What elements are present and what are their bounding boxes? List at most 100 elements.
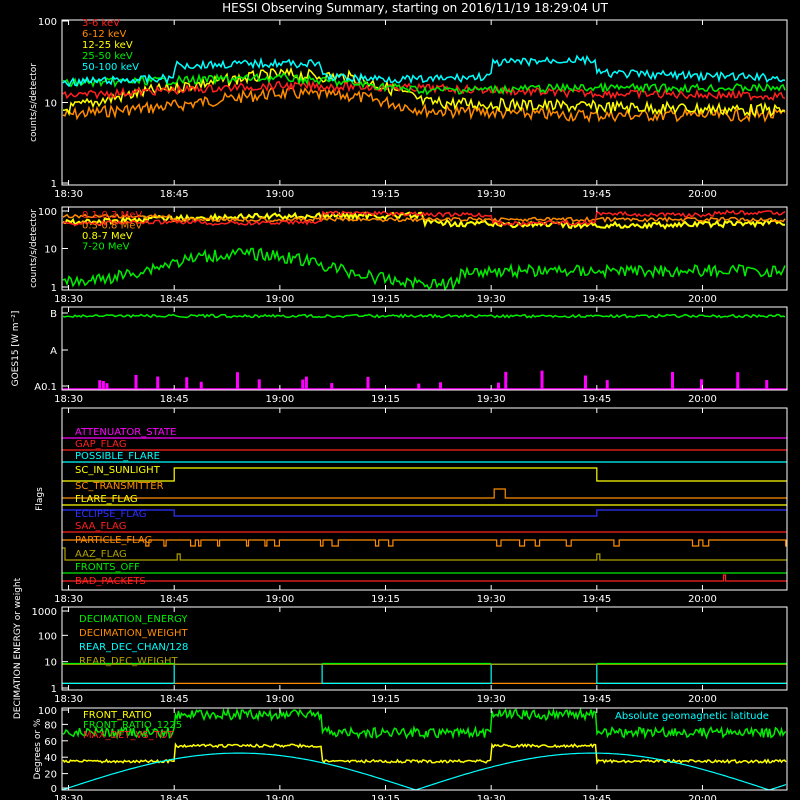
y-tick-label: 10 xyxy=(44,658,57,669)
x-tick-label: 18:30 xyxy=(54,189,83,200)
legend-entry: DECIMATION_ENERGY xyxy=(79,614,188,625)
legend-entry: 12-25 keV xyxy=(82,40,133,51)
x-tick-label: 19:30 xyxy=(477,394,506,405)
legend-entry: REAR_DEC_WEIGHT xyxy=(79,656,178,667)
x-tick-label: 19:30 xyxy=(477,594,506,605)
y-tick-label: 1000 xyxy=(32,607,57,618)
x-tick-label: 18:45 xyxy=(160,694,189,705)
legend-entry: 50-100 keV xyxy=(82,62,139,73)
flag-label: ECLIPSE_FLAG xyxy=(75,509,146,520)
x-tick-label: 19:15 xyxy=(371,394,400,405)
goes-short-spike xyxy=(736,372,740,390)
y-tick-label: 1 xyxy=(51,283,57,294)
flag-label: SC_TRANSMITTER xyxy=(75,481,164,492)
x-tick-label: 19:30 xyxy=(477,189,506,200)
y-tick-label: 1 xyxy=(51,179,57,190)
x-tick-label: 19:00 xyxy=(265,694,294,705)
y-tick-label: 60 xyxy=(44,737,57,748)
flag-label: AAZ_FLAG xyxy=(75,549,127,560)
y-tick-label: 100 xyxy=(38,17,57,28)
x-tick-label: 19:45 xyxy=(582,189,611,200)
y-axis-label: DECIMATION ENERGY or weight xyxy=(13,577,23,719)
legend-entry: DECIMATION_WEIGHT xyxy=(79,628,188,639)
flag-label: FRONTS_OFF xyxy=(75,562,140,573)
y-tick-label: 100 xyxy=(38,706,57,717)
goes-short-spike xyxy=(366,376,370,390)
x-tick-label: 19:30 xyxy=(477,694,506,705)
legend-entry: 6-12 keV xyxy=(82,29,126,40)
legend-entry: 7-20 MeV xyxy=(82,242,130,253)
legend-entry: 0.3-0.8 MeV xyxy=(82,221,142,232)
flag-label: FLARE_FLAG xyxy=(75,494,138,505)
legend-entry: MAX_DET_VS_TOT xyxy=(83,730,175,741)
x-tick-label: 19:00 xyxy=(265,294,294,305)
x-tick-label: 18:45 xyxy=(160,394,189,405)
flag-label: POSSIBLE_FLARE xyxy=(75,451,160,462)
goes-short-spike xyxy=(156,376,160,390)
x-tick-label: 19:15 xyxy=(371,794,400,800)
goes-short-spike xyxy=(584,375,587,390)
legend-entry: 0.8-7 MeV xyxy=(82,231,133,242)
y-tick-label: 10 xyxy=(44,99,57,110)
y-tick-label: 1 xyxy=(51,684,57,695)
x-tick-label: 19:15 xyxy=(371,594,400,605)
legend-entry: REAR_DEC_CHAN/128 xyxy=(79,642,188,653)
flag-label: ATTENUATOR_STATE xyxy=(75,427,176,438)
x-tick-label: 19:15 xyxy=(371,294,400,305)
x-tick-label: 19:15 xyxy=(371,694,400,705)
flag-label: SAA_FLAG xyxy=(75,521,126,532)
flag-label: BAD_PACKETS xyxy=(75,576,146,587)
x-tick-label: 18:45 xyxy=(160,189,189,200)
goes-short-spike xyxy=(671,371,674,390)
x-tick-label: 19:45 xyxy=(582,594,611,605)
legend-entry: 25-50 keV xyxy=(82,51,133,62)
y-tick-label: A xyxy=(50,346,57,357)
goes-short-spike xyxy=(304,376,308,390)
x-tick-label: 19:00 xyxy=(265,394,294,405)
y-tick-label: B xyxy=(50,309,57,320)
x-tick-label: 20:00 xyxy=(688,594,717,605)
x-tick-label: 18:30 xyxy=(54,694,83,705)
x-tick-label: 18:30 xyxy=(54,294,83,305)
y-axis-label: Flags xyxy=(35,487,45,511)
flag-label: SC_IN_SUNLIGHT xyxy=(75,465,161,476)
y-axis-label: counts/s/detector xyxy=(29,209,39,288)
flag-label: PARTICLE_FLAG xyxy=(75,535,152,546)
goes-short-spike xyxy=(236,372,239,390)
x-tick-label: 19:45 xyxy=(582,694,611,705)
x-tick-label: 19:45 xyxy=(582,794,611,800)
y-tick-label: 80 xyxy=(44,720,57,731)
goes-short-spike xyxy=(134,374,138,390)
y-tick-label: 0 xyxy=(51,784,57,795)
x-tick-label: 19:45 xyxy=(582,394,611,405)
y-axis-label: counts/s/detector xyxy=(29,63,39,142)
figure-title: HESSI Observing Summary, starting on 201… xyxy=(222,1,608,15)
x-tick-label: 19:30 xyxy=(477,294,506,305)
x-tick-label: 19:30 xyxy=(477,794,506,800)
x-tick-label: 18:45 xyxy=(160,294,189,305)
x-tick-label: 18:45 xyxy=(160,794,189,800)
x-tick-label: 19:15 xyxy=(371,189,400,200)
x-tick-label: 20:00 xyxy=(688,694,717,705)
y-tick-label: 40 xyxy=(44,753,57,764)
goes-short-spike xyxy=(185,377,189,390)
y-axis-label: Degrees or % xyxy=(33,718,43,779)
x-tick-label: 19:00 xyxy=(265,189,294,200)
flag-label: GAP_FLAG xyxy=(75,439,127,450)
geomagnetic-latitude-annotation: Absolute geomagnetic latitude xyxy=(615,711,769,722)
x-tick-label: 18:30 xyxy=(54,794,83,800)
x-tick-label: 19:00 xyxy=(265,794,294,800)
legend-entry: 3-6 keV xyxy=(82,18,120,29)
y-axis-label: GOES15 [W m⁻²] xyxy=(11,311,21,387)
observing-summary-figure: HESSI Observing Summary, starting on 201… xyxy=(0,0,800,800)
x-tick-label: 20:00 xyxy=(688,294,717,305)
x-tick-label: 20:00 xyxy=(688,794,717,800)
y-tick-label: A0.1 xyxy=(34,382,57,393)
x-tick-label: 18:30 xyxy=(54,594,83,605)
x-tick-label: 19:45 xyxy=(582,294,611,305)
legend-entry: 0.1-0.3 MeV xyxy=(82,210,142,221)
goes-short-spike xyxy=(504,371,508,390)
y-tick-label: 100 xyxy=(38,207,57,218)
y-tick-label: 10 xyxy=(44,245,57,256)
x-tick-label: 18:45 xyxy=(160,594,189,605)
